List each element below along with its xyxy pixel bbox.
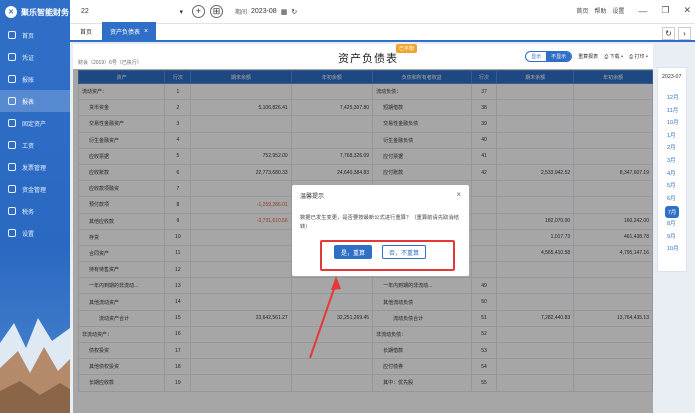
voucher-icon (8, 53, 16, 61)
calendar-icon[interactable]: ▦ (281, 8, 288, 16)
period-month[interactable]: 10月 (667, 118, 679, 126)
report-standard: 财会（2019）6号（已执行） (78, 60, 142, 66)
grid-icon[interactable]: ⊞ (210, 5, 223, 18)
sidebar-item-funds[interactable]: 资金管理 (0, 178, 70, 200)
dialog-message: 数据已发生变更，是否要按最新公式进行重算？（重算前请先取消结转） (300, 215, 459, 230)
top-bar: 22 ▾ + ⊞ 期间 2023-08 ▦ ↻ 首页 帮助 设置 — ❐ ✕ (70, 0, 695, 24)
sidebar-item-tax[interactable]: 税务 (0, 200, 70, 222)
toggle-show[interactable]: 显示 (526, 52, 546, 61)
sidebar-item-reports[interactable]: 报表 (0, 90, 70, 112)
asset-icon (8, 119, 16, 127)
payroll-icon (8, 141, 16, 149)
close-window-icon[interactable]: ✕ (683, 5, 691, 16)
account-select[interactable]: 22 ▾ (77, 5, 187, 19)
toggle-hide[interactable]: 不显示 (546, 52, 572, 61)
dialog-title: 温馨提示 (300, 194, 325, 200)
period-month[interactable]: 9月 (667, 232, 676, 240)
funds-icon (8, 185, 16, 193)
sidebar-item-reimburse[interactable]: 报账 (0, 68, 70, 90)
top-link-settings[interactable]: 设置 (612, 6, 624, 15)
sidebar-item-fixed-assets[interactable]: 固定资产 (0, 112, 70, 134)
period-month[interactable]: 8月 (667, 219, 676, 227)
tab-bar: 首页 资产负债表 × ↻ › (70, 22, 695, 42)
reimburse-icon (8, 75, 16, 83)
maximize-icon[interactable]: ❐ (661, 5, 669, 16)
period-sidebar: 2023-07 12月 11月 10月 1月 2月 3月 4月 5月 6月 7月 8月 9月 10月 (657, 67, 687, 272)
report-toolbar: 显示 不显示 重算报表 ⎙ 下载 ▾ ⎙ 打印 ▾ (525, 51, 648, 62)
period-month-current[interactable]: 7月 (665, 206, 679, 219)
balance-badge: 已平衡 (396, 44, 418, 53)
sidebar-item-home[interactable]: 首页 (0, 24, 70, 46)
sidebar-item-invoice[interactable]: 发票管理 (0, 156, 70, 178)
period-picker[interactable]: 2023-08 (251, 8, 277, 15)
print-button[interactable]: ⎙ 打印 ▾ (629, 53, 648, 60)
close-tab-icon[interactable]: × (144, 28, 148, 35)
sidebar-item-voucher[interactable]: 凭证 (0, 46, 70, 68)
mountain-illustration (0, 318, 70, 413)
tab-balance-sheet[interactable]: 资产负债表 × (102, 22, 157, 40)
period-month[interactable]: 3月 (667, 156, 676, 164)
minimize-icon[interactable]: — (638, 6, 647, 16)
top-links: 首页 帮助 设置 — ❐ ✕ (576, 5, 691, 16)
more-icon[interactable]: › (678, 27, 691, 40)
period-month[interactable]: 4月 (667, 169, 676, 177)
display-toggle[interactable]: 显示 不显示 (525, 51, 573, 62)
refresh-icon[interactable]: ↻ (291, 8, 297, 16)
period-year: 2023-07 (662, 74, 682, 80)
period-month[interactable]: 10月 (667, 244, 679, 252)
close-icon[interactable]: × (456, 190, 461, 199)
sidebar-item-payroll[interactable]: 工资 (0, 134, 70, 156)
logo-icon: ✕ (5, 6, 17, 18)
period-month[interactable]: 11月 (667, 106, 678, 114)
period-month[interactable]: 1月 (667, 131, 676, 139)
period-month[interactable]: 5月 (667, 181, 676, 189)
sidebar: ✕ 聚乐智能财务 首页 凭证 报账 报表 固定资产 工资 发票管理 资金管理 税… (0, 0, 70, 413)
top-link-help[interactable]: 帮助 (594, 6, 606, 15)
period-month[interactable]: 2月 (667, 143, 676, 151)
highlight-box (320, 240, 455, 271)
report-icon (8, 97, 16, 105)
recalc-button[interactable]: 重算报表 (578, 53, 598, 60)
tab-actions: ↻ › (662, 27, 691, 40)
tab-home[interactable]: 首页 (70, 22, 102, 40)
top-link-home[interactable]: 首页 (576, 6, 588, 15)
add-icon[interactable]: + (192, 5, 205, 18)
home-icon (8, 31, 16, 39)
reload-icon[interactable]: ↻ (662, 27, 675, 40)
invoice-icon (8, 163, 16, 171)
download-button[interactable]: ⎙ 下载 ▾ (604, 53, 623, 60)
sidebar-item-settings[interactable]: 设置 (0, 222, 70, 244)
period-month[interactable]: 6月 (667, 194, 676, 202)
period-month[interactable]: 12月 (667, 93, 679, 101)
app-logo: ✕ 聚乐智能财务 (0, 0, 70, 24)
settings-icon (8, 229, 16, 237)
tax-icon (8, 207, 16, 215)
page-title: 资产负债表 (338, 53, 398, 65)
app-name: 聚乐智能财务 (21, 7, 69, 17)
caret-down-icon: ▾ (179, 8, 183, 16)
period-label: 期间 (235, 10, 248, 16)
